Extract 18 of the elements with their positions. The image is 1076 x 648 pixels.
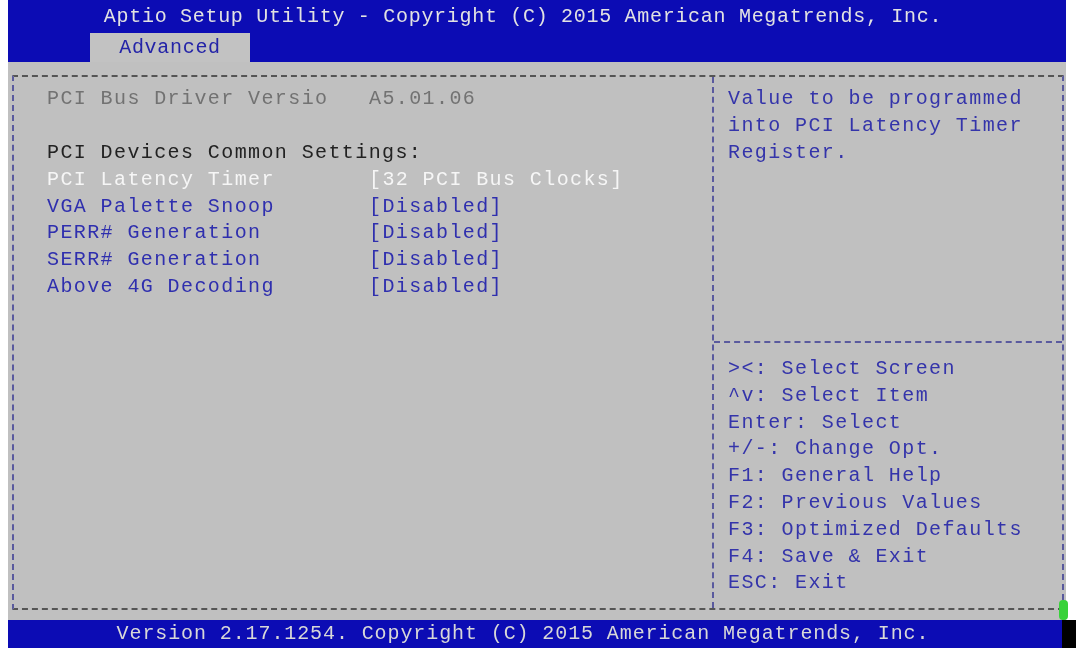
key-hint: F1: General Help xyxy=(728,463,944,490)
key-hint: F2: Previous Values xyxy=(728,490,984,516)
key-hint: F3: Optimized Defaults xyxy=(728,516,1024,543)
screen-edge-block xyxy=(1062,620,1076,648)
key-hint: ^v: Select Item xyxy=(728,382,931,409)
window-title: Aptio Setup Utility - Copyright (C) 2015 American Megatrends, Inc. xyxy=(103,3,943,30)
menu-tab[interactable]: Advanced xyxy=(90,33,250,62)
info-value: A5.01.06 xyxy=(369,86,477,113)
key-hint: +/-: Change Opt. xyxy=(728,436,944,463)
key-hint: ESC: Exit xyxy=(728,570,850,597)
key-hint: ><: Select Screen xyxy=(728,356,957,382)
key-hint: Enter: Select xyxy=(728,409,904,436)
key-hint: F4: Save & Exit xyxy=(728,543,931,570)
info-label: PCI Bus Driver Versio xyxy=(47,86,330,113)
help-text: Value to be programmed into PCI Latency Timer Register. xyxy=(728,86,1024,166)
section-heading: PCI Devices Common Settings: xyxy=(47,140,423,166)
footer-text: Version 2.17.1254. Copyright (C) 2015 American Megatrends, Inc. xyxy=(116,621,930,647)
cursor-icon xyxy=(1059,600,1068,620)
